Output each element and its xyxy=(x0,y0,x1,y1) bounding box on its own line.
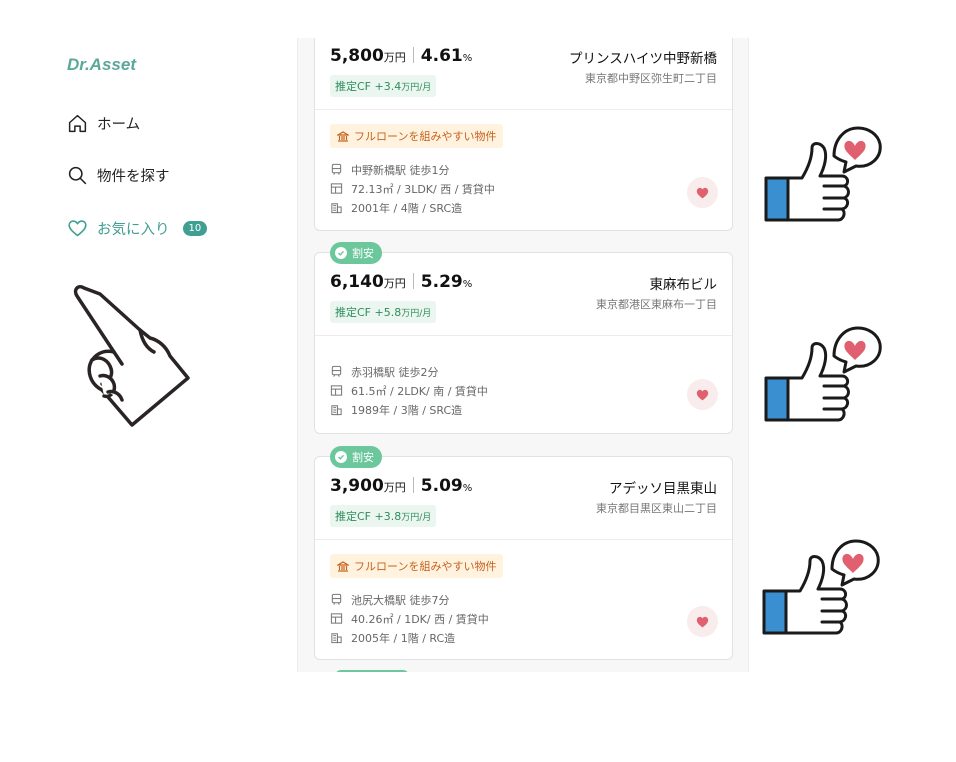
nav-label-favorites: お気に入り xyxy=(97,222,170,238)
favorite-button[interactable] xyxy=(687,379,718,410)
full-loan-label: フルローンを組みやすい物件 xyxy=(354,130,497,143)
price-value: 6,140 xyxy=(330,272,384,292)
train-icon xyxy=(331,163,342,175)
floorplan-icon xyxy=(330,183,343,194)
listing-price: 6,140万円 5.29% xyxy=(330,272,472,292)
property-details: 池尻大橋駅 徒歩7分 40.26㎡ / 1DK/ 西 / 賃貸中 2005年 /… xyxy=(330,592,489,645)
building-info: 1989年 / 3階 / SRC造 xyxy=(351,403,463,417)
cashflow-badge: 推定CF +5.8万円/月 xyxy=(330,301,437,323)
layout-info: 40.26㎡ / 1DK/ 西 / 賃貸中 xyxy=(351,612,489,626)
layout-info: 72.13㎡ / 3LDK/ 西 / 賃貸中 xyxy=(351,182,495,196)
next-card-tag-peek xyxy=(335,670,409,672)
thumbs-up-heart-illustration xyxy=(764,326,882,422)
pointing-hand-illustration xyxy=(73,284,190,427)
heart-icon xyxy=(696,616,709,627)
train-icon xyxy=(331,365,342,377)
cf-label: 推定CF xyxy=(335,306,372,319)
property-name[interactable]: プリンスハイツ中野新橋 xyxy=(569,47,717,67)
train-icon xyxy=(331,593,342,605)
building-info: 2005年 / 1階 / RC造 xyxy=(351,631,456,645)
cf-value: +5.8 xyxy=(374,306,402,319)
nav-label-search: 物件を探す xyxy=(97,169,170,185)
full-loan-label: フルローンを組みやすい物件 xyxy=(354,560,497,573)
bank-icon xyxy=(337,560,349,572)
bank-icon xyxy=(337,130,349,142)
home-icon xyxy=(68,114,87,133)
building-info: 2001年 / 4階 / SRC造 xyxy=(351,201,463,215)
cf-unit: 万円/月 xyxy=(401,309,432,319)
building-icon xyxy=(331,405,342,416)
listing-price: 5,800万円 4.61% xyxy=(330,46,472,66)
price-unit: 万円 xyxy=(383,277,406,290)
cf-unit: 万円/月 xyxy=(401,513,432,523)
favorite-button[interactable] xyxy=(687,606,718,637)
price-value: 5,800 xyxy=(330,46,384,66)
cf-value: +3.4 xyxy=(374,80,402,93)
yield-unit: % xyxy=(462,279,473,290)
price-unit: 万円 xyxy=(383,51,406,64)
nav-label-home: ホーム xyxy=(97,117,141,133)
floorplan-icon xyxy=(330,613,343,624)
price-value: 3,900 xyxy=(330,476,384,496)
cf-unit: 万円/月 xyxy=(401,83,432,93)
layout-info: 61.5㎡ / 2LDK/ 南 / 賃貸中 xyxy=(351,384,488,398)
property-details: 赤羽橋駅 徒歩2分 61.5㎡ / 2LDK/ 南 / 賃貸中 1989年 / … xyxy=(330,364,488,417)
cashflow-badge: 推定CF +3.8万円/月 xyxy=(330,505,437,527)
station-info: 赤羽橋駅 徒歩2分 xyxy=(351,365,439,379)
favorites-list[interactable]: 5,800万円 4.61% 推定CF +3.4万円/月 プリンスハイツ中野新橋 東… xyxy=(297,38,749,672)
cf-value: +3.8 xyxy=(374,510,402,523)
favorites-count-badge: 10 xyxy=(182,221,208,236)
property-address: 東京都港区東麻布一丁目 xyxy=(596,298,717,311)
station-info: 池尻大橋駅 徒歩7分 xyxy=(351,593,450,607)
floorplan-icon xyxy=(330,385,343,396)
cashflow-badge: 推定CF +3.4万円/月 xyxy=(330,75,437,97)
nav-item-home[interactable]: ホーム xyxy=(67,113,140,134)
favorite-button[interactable] xyxy=(687,177,718,208)
yield-value: 5.29 xyxy=(420,272,463,292)
thumbs-up-heart-illustration xyxy=(762,539,880,635)
price-divider xyxy=(412,477,414,493)
property-name[interactable]: 東麻布ビル xyxy=(650,273,718,293)
building-icon xyxy=(331,203,342,214)
property-address: 東京都目黒区東山二丁目 xyxy=(596,502,717,515)
property-details: 中野新橋駅 徒歩1分 72.13㎡ / 3LDK/ 西 / 賃貸中 2001年 … xyxy=(330,162,495,215)
heart-outline-icon xyxy=(68,220,87,237)
cf-label: 推定CF xyxy=(335,510,372,523)
property-name[interactable]: アデッソ目黒東山 xyxy=(609,477,717,497)
building-icon xyxy=(331,633,342,644)
nav-item-favorites[interactable]: お気に入り 10 xyxy=(67,218,208,239)
yield-unit: % xyxy=(462,53,473,64)
listing-card[interactable]: 割安 6,140万円 5.29% 推定CF +5.8万円/月 東麻布ビル 東京都港… xyxy=(314,242,733,434)
yield-value: 4.61 xyxy=(420,46,463,66)
heart-icon xyxy=(696,187,709,198)
cf-label: 推定CF xyxy=(335,80,372,93)
price-divider xyxy=(412,273,414,289)
yield-value: 5.09 xyxy=(420,476,463,496)
listing-card[interactable]: 5,800万円 4.61% 推定CF +3.4万円/月 プリンスハイツ中野新橋 東… xyxy=(314,38,733,231)
full-loan-badge: フルローンを組みやすい物件 xyxy=(330,124,504,148)
logo[interactable]: Dr.Asset xyxy=(67,55,136,75)
heart-icon xyxy=(696,389,709,400)
nav-item-search[interactable]: 物件を探す xyxy=(67,165,170,186)
thumbs-up-heart-illustration xyxy=(764,126,882,222)
sidebar: Dr.Asset ホーム 物件を探す お気に入り 10 xyxy=(0,0,298,762)
search-icon xyxy=(68,166,87,185)
yield-unit: % xyxy=(462,483,473,494)
price-unit: 万円 xyxy=(383,481,406,494)
property-address: 東京都中野区弥生町二丁目 xyxy=(585,72,717,85)
price-divider xyxy=(412,47,414,63)
listing-price: 3,900万円 5.09% xyxy=(330,476,472,496)
listing-card[interactable]: 割安 3,900万円 5.09% 推定CF +3.8万円/月 アデッソ目黒東山 東… xyxy=(314,446,733,660)
station-info: 中野新橋駅 徒歩1分 xyxy=(351,163,450,177)
full-loan-badge: フルローンを組みやすい物件 xyxy=(330,554,504,578)
